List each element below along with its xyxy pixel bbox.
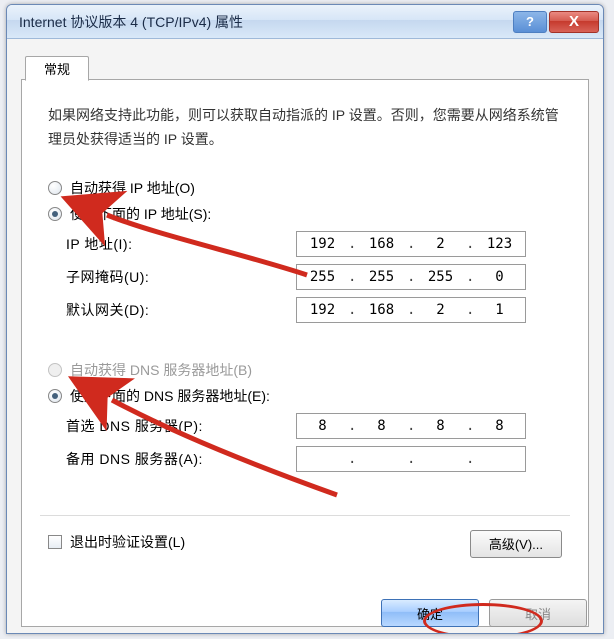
radio-manual-ip[interactable]: 使用下面的 IP 地址(S):	[48, 204, 562, 224]
cancel-button[interactable]: 取消	[489, 599, 587, 627]
client-area: 常规 如果网络支持此功能，则可以获取自动指派的 IP 设置。否则，您需要从网络系…	[7, 39, 603, 633]
field-label: IP 地址(I):	[66, 234, 296, 254]
preferred-dns-input[interactable]: 8. 8. 8. 8	[296, 413, 526, 439]
field-label: 备用 DNS 服务器(A):	[66, 449, 296, 469]
help-button[interactable]: ?	[513, 11, 547, 33]
radio-auto-dns: 自动获得 DNS 服务器地址(B)	[48, 360, 562, 380]
tab-general[interactable]: 常规	[25, 56, 89, 81]
radio-label: 使用下面的 DNS 服务器地址(E):	[70, 386, 270, 406]
subnet-mask-input[interactable]: 255. 255. 255. 0	[296, 264, 526, 290]
field-label: 首选 DNS 服务器(P):	[66, 416, 296, 436]
ip-address-input[interactable]: 192. 168. 2. 123	[296, 231, 526, 257]
divider	[40, 515, 570, 516]
radio-icon	[48, 181, 62, 195]
radio-label: 自动获得 DNS 服务器地址(B)	[70, 360, 252, 380]
advanced-button[interactable]: 高级(V)...	[470, 530, 562, 558]
general-panel: 如果网络支持此功能，则可以获取自动指派的 IP 设置。否则，您需要从网络系统管理…	[21, 79, 589, 627]
field-label: 子网掩码(U):	[66, 267, 296, 287]
radio-manual-dns[interactable]: 使用下面的 DNS 服务器地址(E):	[48, 386, 562, 406]
gateway-row: 默认网关(D): 192. 168. 2. 1	[48, 297, 562, 323]
ip-address-row: IP 地址(I): 192. 168. 2. 123	[48, 231, 562, 257]
checkbox-icon	[48, 535, 62, 549]
checkbox-label: 退出时验证设置(L)	[70, 532, 185, 552]
radio-icon	[48, 363, 62, 377]
radio-icon	[48, 207, 62, 221]
ok-button[interactable]: 确定	[381, 599, 479, 627]
dialog-window: Internet 协议版本 4 (TCP/IPv4) 属性 ? X 常规 如果网…	[6, 4, 604, 634]
field-label: 默认网关(D):	[66, 300, 296, 320]
radio-label: 自动获得 IP 地址(O)	[70, 178, 195, 198]
radio-label: 使用下面的 IP 地址(S):	[70, 204, 211, 224]
window-title: Internet 协议版本 4 (TCP/IPv4) 属性	[19, 12, 511, 32]
alternate-dns-input[interactable]: . . .	[296, 446, 526, 472]
gateway-input[interactable]: 192. 168. 2. 1	[296, 297, 526, 323]
preferred-dns-row: 首选 DNS 服务器(P): 8. 8. 8. 8	[48, 413, 562, 439]
radio-icon	[48, 389, 62, 403]
validate-checkbox[interactable]: 退出时验证设置(L)	[48, 532, 470, 552]
titlebar: Internet 协议版本 4 (TCP/IPv4) 属性 ? X	[7, 5, 603, 39]
subnet-mask-row: 子网掩码(U): 255. 255. 255. 0	[48, 264, 562, 290]
dialog-buttons: 确定 取消	[381, 599, 587, 627]
description-text: 如果网络支持此功能，则可以获取自动指派的 IP 设置。否则，您需要从网络系统管理…	[48, 104, 562, 152]
close-button[interactable]: X	[549, 11, 599, 33]
tabstrip: 常规	[21, 53, 589, 79]
radio-auto-ip[interactable]: 自动获得 IP 地址(O)	[48, 178, 562, 198]
alternate-dns-row: 备用 DNS 服务器(A): . . .	[48, 446, 562, 472]
